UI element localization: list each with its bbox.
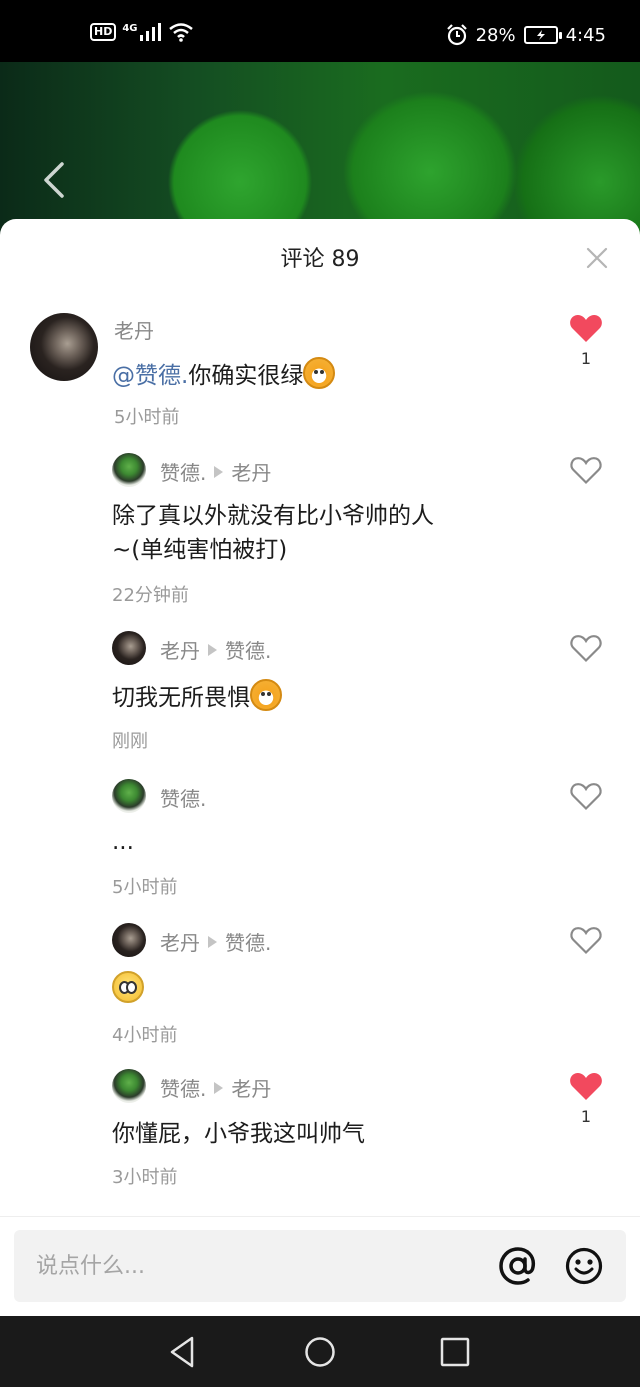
comment-time: 22分钟前 [112,585,189,606]
like-button[interactable]: 1 [566,1071,606,1126]
mention-at-icon[interactable] [498,1246,538,1286]
comment-input[interactable] [36,1230,476,1302]
avatar[interactable] [112,923,146,957]
reply-target[interactable]: 老丹 [231,457,271,486]
avatar[interactable] [112,779,146,813]
reply-author-line: 老丹 赞德. [160,635,271,664]
sheet-title: 评论 89 [280,247,360,272]
like-button[interactable] [566,925,606,955]
reply-target[interactable]: 赞德. [225,635,271,664]
comment-text: 除了真以外就没有比小爷帅的人 ~(单纯害怕被打) [112,503,434,563]
reply-author-line: 赞德. [160,783,206,812]
like-count: 1 [580,349,592,368]
input-box[interactable] [14,1230,626,1302]
comment-text: 切我无所畏惧 [112,679,282,715]
dog-emoji-icon [250,679,282,711]
heart-filled-icon [570,314,602,342]
avatar[interactable] [30,313,98,381]
comment-text: ... [112,829,134,855]
mention-link[interactable]: @赞德. [112,363,188,389]
comment-input-bar [0,1216,640,1316]
reply-author-line: 老丹 赞德. [160,927,271,956]
battery-percent: 28% [475,24,516,46]
nav-home-icon[interactable] [302,1334,338,1370]
system-nav-bar [0,1316,640,1387]
reply-item[interactable]: 赞德. 老丹 你懂屁，小爷我这叫帅气 3小时前 1 [0,1069,640,1199]
hd-badge: HD [90,23,117,41]
like-button[interactable] [566,781,606,811]
like-button[interactable]: 1 [566,313,606,368]
wifi-icon [168,23,193,42]
reply-item[interactable]: 老丹 赞德. 4小时前 [0,921,640,1051]
status-left: HD 4G [90,22,194,42]
avatar[interactable] [112,1069,146,1103]
comment-time: 3小时前 [112,1167,178,1188]
comment-text: @赞德.你确实很绿 [112,357,336,393]
like-count: 1 [580,1107,592,1126]
heart-filled-icon [570,1072,602,1100]
comment-author[interactable]: 赞德. [160,457,206,486]
reply-arrow-icon [214,1081,224,1094]
comment-text: 你懂屁，小爷我这叫帅气 [112,1121,365,1147]
comment-author[interactable]: 赞德. [160,783,206,812]
alarm-icon [446,24,467,46]
reply-arrow-icon [208,643,217,656]
comment-time: 刚刚 [112,731,148,752]
sheet-header: 评论 89 [0,219,640,299]
avatar[interactable] [112,453,146,487]
signal-icon [139,23,161,41]
reply-item[interactable]: 赞德. ... 5小时前 [0,777,640,907]
avatar[interactable] [112,631,146,665]
comment-sheet: 评论 89 老丹 @赞德.你确实很绿 5小时前 1 赞德. 老丹 除了真以外就没… [0,219,640,1316]
reply-author-line: 赞德. 老丹 [160,1073,271,1102]
back-arrow-icon[interactable] [34,158,74,202]
like-button[interactable] [566,633,606,663]
comment-text [112,971,144,1007]
battery-icon [523,26,562,44]
emoji-smile-icon[interactable] [564,1246,604,1286]
reply-item[interactable]: 老丹 赞德. 切我无所畏惧 刚刚 [0,629,640,759]
dog-emoji-icon [303,357,336,389]
like-button[interactable] [566,455,606,485]
heart-outline-icon [570,635,602,663]
reply-author-line: 赞德. 老丹 [160,457,271,486]
reply-arrow-icon [214,465,224,478]
comment-item[interactable]: 老丹 @赞德.你确实很绿 5小时前 1 [0,299,640,429]
nav-recents-icon[interactable] [437,1334,473,1370]
comment-author[interactable]: 赞德. [160,1073,206,1102]
reply-target[interactable]: 赞德. [225,927,271,956]
close-icon[interactable] [584,245,610,271]
network-type: 4G [122,22,138,34]
comment-list[interactable]: 老丹 @赞德.你确实很绿 5小时前 1 赞德. 老丹 除了真以外就没有比小爷帅的… [0,299,640,1216]
heart-outline-icon [570,457,602,485]
reply-target[interactable]: 老丹 [231,1073,271,1102]
clock-time: 4:45 [565,24,606,46]
comment-author[interactable]: 老丹 [160,635,200,664]
nav-back-icon[interactable] [166,1334,202,1370]
comment-time: 5小时前 [114,407,180,428]
reply-arrow-icon [208,935,217,948]
status-bar: HD 4G 28% 4:45 [0,0,640,62]
heart-outline-icon [570,783,602,811]
comment-author[interactable]: 老丹 [160,927,200,956]
status-right: 28% 4:45 [446,24,606,46]
heart-outline-icon [570,927,602,955]
comment-author[interactable]: 老丹 [114,315,154,344]
reply-item[interactable]: 赞德. 老丹 除了真以外就没有比小爷帅的人 ~(单纯害怕被打) 22分钟前 [0,449,640,609]
scared-emoji-icon [112,971,144,1003]
comment-time: 5小时前 [112,877,178,898]
comment-time: 4小时前 [112,1025,178,1046]
